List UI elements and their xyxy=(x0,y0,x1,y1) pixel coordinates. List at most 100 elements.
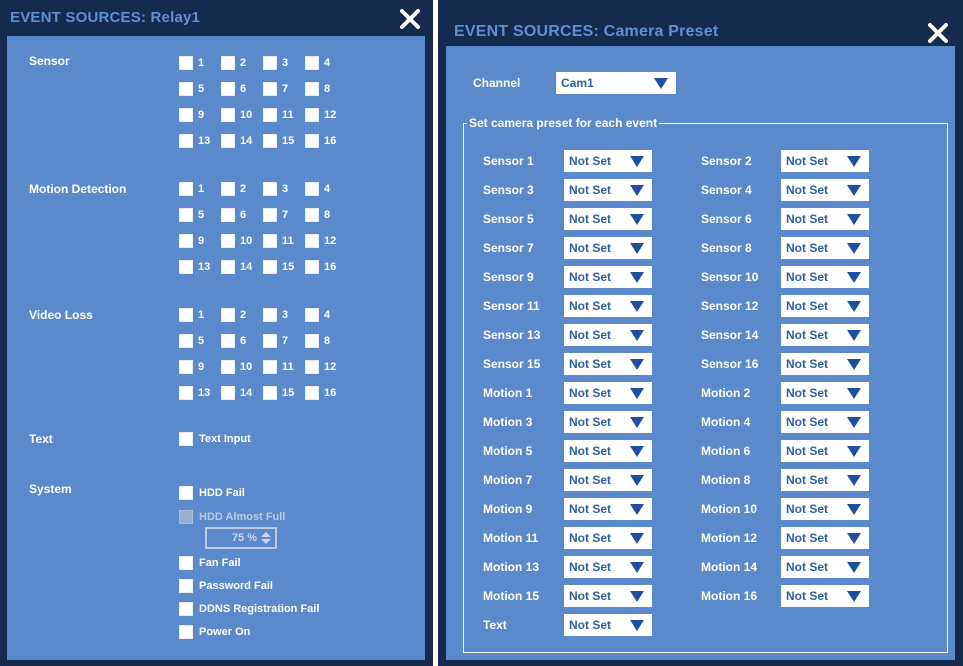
spinner-arrows-icon[interactable] xyxy=(260,531,272,545)
sensor-checkbox-14[interactable] xyxy=(221,134,235,148)
motion-checkbox-10[interactable] xyxy=(221,234,235,248)
motion-checkbox-1[interactable] xyxy=(179,182,193,196)
video-loss-checkbox-11[interactable] xyxy=(263,360,277,374)
video-loss-checkbox-10[interactable] xyxy=(221,360,235,374)
preset-dropdown[interactable]: Not Set xyxy=(781,527,869,549)
preset-dropdown[interactable]: Not Set xyxy=(781,208,869,230)
video-loss-checkbox-14[interactable] xyxy=(221,386,235,400)
password-fail-checkbox[interactable] xyxy=(179,579,193,593)
sensor-checkbox-2[interactable] xyxy=(221,56,235,70)
video-loss-checkbox-7[interactable] xyxy=(263,334,277,348)
sensor-checkbox-1[interactable] xyxy=(179,56,193,70)
motion-checkbox-12[interactable] xyxy=(305,234,319,248)
preset-value: Not Set xyxy=(569,357,611,371)
text-input-checkbox[interactable] xyxy=(179,432,193,446)
sensor-checkbox-16[interactable] xyxy=(305,134,319,148)
power-on-checkbox[interactable] xyxy=(179,625,193,639)
sensor-checkbox-3[interactable] xyxy=(263,56,277,70)
motion-checkbox-11[interactable] xyxy=(263,234,277,248)
video-loss-checkbox-12[interactable] xyxy=(305,360,319,374)
sensor-checkbox-9[interactable] xyxy=(179,108,193,122)
motion-checkbox-14[interactable] xyxy=(221,260,235,274)
preset-dropdown[interactable]: Not Set xyxy=(781,353,869,375)
close-icon[interactable] xyxy=(925,20,951,46)
video-loss-checkbox-2[interactable] xyxy=(221,308,235,322)
motion-checkbox-5[interactable] xyxy=(179,208,193,222)
preset-dropdown[interactable]: Not Set xyxy=(564,237,652,259)
preset-dropdown[interactable]: Not Set xyxy=(781,237,869,259)
video-loss-checkbox-1[interactable] xyxy=(179,308,193,322)
preset-dropdown[interactable]: Not Set xyxy=(781,411,869,433)
motion-checkbox-8[interactable] xyxy=(305,208,319,222)
preset-dropdown[interactable]: Not Set xyxy=(564,208,652,230)
preset-dropdown[interactable]: Not Set xyxy=(781,382,869,404)
preset-dropdown[interactable]: Not Set xyxy=(564,469,652,491)
preset-dropdown[interactable]: Not Set xyxy=(564,324,652,346)
sensor-checkbox-11[interactable] xyxy=(263,108,277,122)
motion-checkbox-4[interactable] xyxy=(305,182,319,196)
channel-dropdown[interactable]: Cam1 xyxy=(556,72,676,94)
sensor-checkbox-5[interactable] xyxy=(179,82,193,96)
close-icon[interactable] xyxy=(397,6,423,32)
video-loss-checkbox-6[interactable] xyxy=(221,334,235,348)
ddns-fail-checkbox[interactable] xyxy=(179,602,193,616)
preset-dropdown[interactable]: Not Set xyxy=(781,498,869,520)
motion-checkbox-9[interactable] xyxy=(179,234,193,248)
preset-dropdown[interactable]: Not Set xyxy=(781,324,869,346)
motion-checkbox-3[interactable] xyxy=(263,182,277,196)
preset-dropdown[interactable]: Not Set xyxy=(781,179,869,201)
sensor-checkbox-4[interactable] xyxy=(305,56,319,70)
motion-checkbox-16[interactable] xyxy=(305,260,319,274)
video-loss-checkbox-8[interactable] xyxy=(305,334,319,348)
video-loss-checkbox-3[interactable] xyxy=(263,308,277,322)
sensor-checkbox-8[interactable] xyxy=(305,82,319,96)
preset-dropdown[interactable]: Not Set xyxy=(564,295,652,317)
hdd-fail-checkbox[interactable] xyxy=(179,486,193,500)
sensor-checkbox-13[interactable] xyxy=(179,134,193,148)
preset-dropdown[interactable]: Not Set xyxy=(564,527,652,549)
chevron-down-icon xyxy=(630,504,644,515)
sensor-checkbox-6[interactable] xyxy=(221,82,235,96)
video-loss-checkbox-13[interactable] xyxy=(179,386,193,400)
preset-dropdown[interactable]: Not Set xyxy=(564,556,652,578)
sensor-checkbox-7[interactable] xyxy=(263,82,277,96)
preset-dropdown[interactable]: Not Set xyxy=(564,585,652,607)
preset-dropdown[interactable]: Not Set xyxy=(781,469,869,491)
sensor-number-label: 6 xyxy=(240,83,247,95)
sensor-checkbox-12[interactable] xyxy=(305,108,319,122)
preset-dropdown[interactable]: Not Set xyxy=(564,498,652,520)
motion-checkbox-7[interactable] xyxy=(263,208,277,222)
video-loss-checkbox-15[interactable] xyxy=(263,386,277,400)
sensor-number-label: 13 xyxy=(198,135,211,147)
hdd-almost-full-checkbox[interactable] xyxy=(179,510,193,524)
preset-value: Not Set xyxy=(786,357,828,371)
sensor-checkbox-15[interactable] xyxy=(263,134,277,148)
preset-dropdown[interactable]: Not Set xyxy=(781,440,869,462)
preset-dropdown[interactable]: Not Set xyxy=(564,353,652,375)
sensor-checkbox-10[interactable] xyxy=(221,108,235,122)
preset-dropdown[interactable]: Not Set xyxy=(564,150,652,172)
hdd-threshold-spinner[interactable]: 75 % xyxy=(205,527,277,549)
preset-dropdown[interactable]: Not Set xyxy=(564,179,652,201)
preset-dropdown[interactable]: Not Set xyxy=(564,382,652,404)
preset-dropdown[interactable]: Not Set xyxy=(564,614,652,636)
video-loss-checkbox-5[interactable] xyxy=(179,334,193,348)
motion-checkbox-2[interactable] xyxy=(221,182,235,196)
motion-number-label: 8 xyxy=(324,209,331,221)
fan-fail-checkbox[interactable] xyxy=(179,556,193,570)
preset-dropdown[interactable]: Not Set xyxy=(781,556,869,578)
preset-dropdown[interactable]: Not Set xyxy=(564,411,652,433)
motion-checkbox-13[interactable] xyxy=(179,260,193,274)
preset-dropdown[interactable]: Not Set xyxy=(781,150,869,172)
video-loss-checkbox-16[interactable] xyxy=(305,386,319,400)
motion-checkbox-6[interactable] xyxy=(221,208,235,222)
preset-dropdown[interactable]: Not Set xyxy=(564,440,652,462)
event-label: Motion 10 xyxy=(701,502,757,516)
preset-dropdown[interactable]: Not Set xyxy=(781,266,869,288)
video-loss-checkbox-9[interactable] xyxy=(179,360,193,374)
preset-dropdown[interactable]: Not Set xyxy=(564,266,652,288)
preset-dropdown[interactable]: Not Set xyxy=(781,295,869,317)
video-loss-checkbox-4[interactable] xyxy=(305,308,319,322)
motion-checkbox-15[interactable] xyxy=(263,260,277,274)
preset-dropdown[interactable]: Not Set xyxy=(781,585,869,607)
